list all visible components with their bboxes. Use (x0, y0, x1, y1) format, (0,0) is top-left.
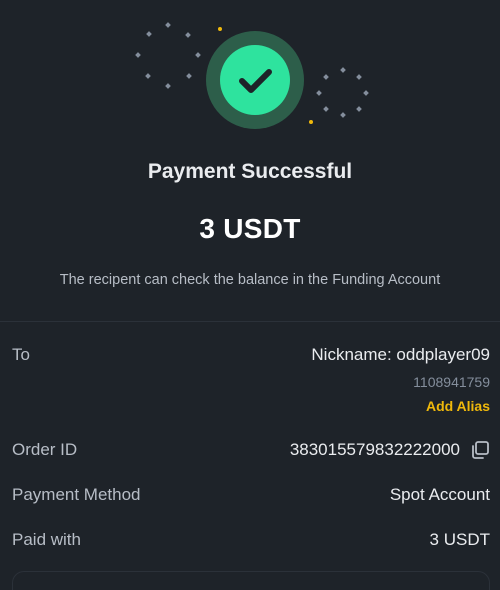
success-hero: Payment Successful 3 USDT The recipent c… (0, 0, 500, 320)
confetti-dot (316, 90, 322, 96)
copy-icon[interactable] (470, 440, 490, 460)
confetti-dot (185, 32, 191, 38)
order-id-label: Order ID (12, 440, 78, 459)
confetti-dot (186, 73, 192, 79)
bottom-card (12, 571, 490, 590)
confetti-dot (323, 74, 329, 80)
confetti-dot (356, 74, 362, 80)
page-title: Payment Successful (147, 160, 353, 183)
confetti-dot (363, 90, 369, 96)
add-alias-link[interactable]: Add Alias (426, 398, 490, 414)
payment-method-label: Payment Method (12, 485, 141, 504)
confetti-dot (146, 31, 152, 37)
confetti-dot (309, 120, 313, 124)
to-label: To (12, 345, 30, 364)
confetti-dot (340, 67, 346, 73)
confetti-dot (218, 27, 222, 31)
recipient-nickname: Nickname: oddplayer09 (311, 345, 490, 364)
confetti-dot (135, 52, 141, 58)
confetti-dot (323, 106, 329, 112)
paid-with-label: Paid with (12, 530, 81, 549)
recipient-uid: 1108941759 (413, 374, 490, 390)
balance-note: The recipent can check the balance in th… (59, 272, 441, 288)
order-id-value: 383015579832222000 (289, 440, 460, 459)
confetti-dot (165, 83, 171, 89)
paid-with-value: 3 USDT (429, 530, 490, 549)
confetti-dot (145, 73, 151, 79)
payment-method-value: Spot Account (389, 485, 490, 504)
check-icon (239, 69, 272, 93)
confetti-dot (340, 112, 346, 118)
section-divider (0, 321, 500, 322)
payment-success-screen: Payment Successful 3 USDT The recipent c… (0, 0, 500, 590)
confetti-dot (165, 22, 171, 28)
payment-amount: 3 USDT (199, 213, 301, 244)
confetti-dot (356, 106, 362, 112)
success-badge-inner (220, 45, 290, 115)
success-badge (206, 31, 304, 129)
confetti-dot (195, 52, 201, 58)
